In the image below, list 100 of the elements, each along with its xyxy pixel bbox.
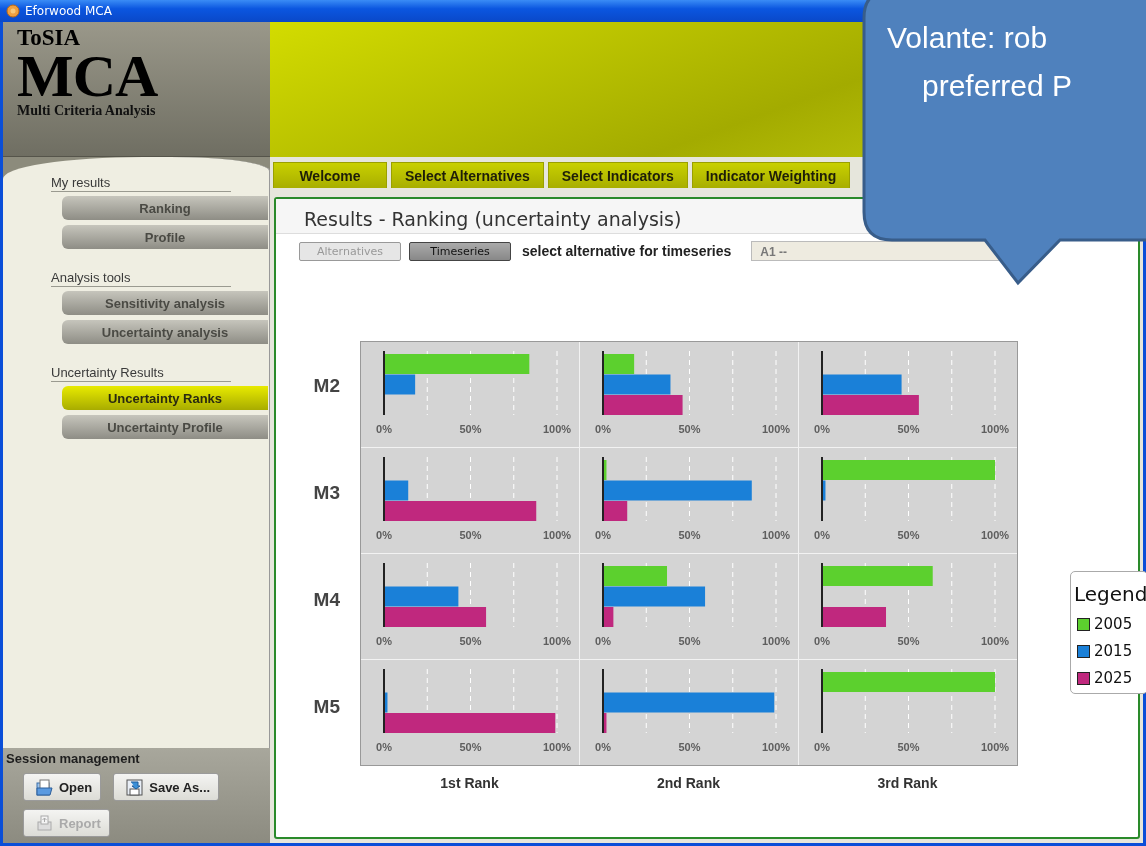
- axis-line: [821, 562, 823, 628]
- tick-label: 0%: [595, 635, 611, 647]
- tick-label: 100%: [980, 741, 1010, 753]
- tick-label: 50%: [678, 635, 701, 647]
- tick-label: 0%: [814, 529, 830, 541]
- tick-label: 100%: [542, 741, 572, 753]
- tick-label: 100%: [542, 423, 572, 435]
- tick-label: 0%: [595, 529, 611, 541]
- grid-line: [556, 668, 558, 734]
- legend-label: 2015: [1094, 642, 1133, 660]
- legend-label: 2005: [1094, 615, 1133, 633]
- grid-line: [994, 668, 996, 734]
- grid-line: [513, 562, 515, 628]
- logo-text: MCA: [17, 50, 159, 102]
- axis-line: [602, 562, 604, 628]
- sidebar-item[interactable]: Profile: [62, 225, 268, 249]
- tick-label: 50%: [459, 529, 482, 541]
- axis-line: [602, 456, 604, 522]
- axis-line: [383, 456, 385, 522]
- tick-label: 0%: [376, 635, 392, 647]
- tick-label: 50%: [897, 741, 920, 753]
- grid-line: [689, 456, 690, 522]
- logo-subtitle: Multi Criteria Analysis: [17, 102, 157, 120]
- toggle-button[interactable]: Timeseries: [409, 241, 511, 261]
- tick-label: 0%: [814, 635, 830, 647]
- axis-line: [821, 350, 823, 416]
- grid-line: [732, 456, 734, 522]
- legend-label: 2025: [1094, 669, 1133, 687]
- grid-line: [645, 668, 647, 734]
- section-heading: Uncertainty Results: [51, 365, 231, 382]
- grid-line: [994, 456, 996, 522]
- tick-label: 100%: [761, 741, 791, 753]
- axis-line: [383, 668, 385, 734]
- tick-label: 50%: [678, 529, 701, 541]
- grid-line: [951, 350, 953, 416]
- field-label: select alternative for timeseries: [522, 243, 732, 259]
- axis-line: [821, 668, 823, 734]
- tick-label: 100%: [542, 529, 572, 541]
- section-heading: My results: [51, 175, 231, 192]
- tick-label: 0%: [376, 741, 392, 753]
- sidebar-item[interactable]: Uncertainty Profile: [62, 415, 268, 439]
- axis-line: [383, 562, 385, 628]
- open-button[interactable]: Open: [23, 773, 102, 801]
- grid-line: [645, 456, 647, 522]
- column-label: 1st Rank: [440, 775, 499, 791]
- tick-label: 100%: [761, 635, 791, 647]
- row-label: M5: [313, 695, 340, 718]
- tab[interactable]: Select Alternatives: [391, 162, 544, 188]
- legend-title: Legend: [1074, 582, 1146, 606]
- tick-label: 50%: [459, 423, 482, 435]
- row-label: M4: [313, 588, 340, 611]
- row-label: M2: [313, 374, 340, 397]
- grid-line: [775, 668, 777, 734]
- sidebar-item[interactable]: Ranking: [62, 196, 268, 220]
- tab[interactable]: Select Indicators: [547, 162, 688, 188]
- grid-line: [732, 350, 734, 416]
- grid-line: [732, 668, 734, 734]
- tick-label: 100%: [542, 635, 572, 647]
- grid-line: [689, 562, 690, 628]
- tick-label: 50%: [678, 741, 701, 753]
- axis-line: [602, 350, 604, 416]
- tick-label: 100%: [761, 529, 791, 541]
- sidebar-item[interactable]: Uncertainty analysis: [62, 320, 268, 344]
- tick-label: 50%: [678, 423, 701, 435]
- tick-label: 100%: [761, 423, 791, 435]
- app-icon: [6, 4, 20, 18]
- axis-line: [821, 456, 823, 522]
- window-title: Eforwood MCA: [25, 4, 112, 18]
- axis-line: [383, 350, 385, 416]
- tick-label: 50%: [897, 529, 920, 541]
- logo-text: ToSIA: [17, 26, 82, 50]
- tab[interactable]: Indicator Weighting: [691, 162, 851, 188]
- grid-line: [951, 562, 953, 628]
- callout-text: preferred P: [922, 68, 1073, 104]
- tick-label: 0%: [376, 423, 392, 435]
- grid-line: [689, 668, 690, 734]
- folder-icon: [36, 778, 53, 796]
- tick-label: 0%: [595, 423, 611, 435]
- tick-label: 50%: [459, 741, 482, 753]
- section-heading: Session management: [6, 751, 141, 766]
- sidebar-item[interactable]: Uncertainty Ranks: [62, 386, 268, 410]
- save-icon: [126, 778, 144, 796]
- column-label: 3rd Rank: [877, 775, 938, 791]
- tick-label: 100%: [980, 423, 1010, 435]
- grid-line: [732, 562, 734, 628]
- tick-label: 0%: [814, 423, 830, 435]
- row-label: M3: [313, 481, 340, 504]
- tick-label: 100%: [980, 529, 1010, 541]
- tab[interactable]: Welcome: [273, 162, 387, 188]
- tick-label: 50%: [897, 635, 920, 647]
- tick-label: 0%: [814, 741, 830, 753]
- sidebar-item[interactable]: Sensitivity analysis: [62, 291, 268, 315]
- tick-label: 50%: [897, 423, 920, 435]
- tick-label: 0%: [376, 529, 392, 541]
- save-as-button[interactable]: Save As...: [113, 773, 220, 801]
- axis-line: [602, 668, 604, 734]
- tick-label: 100%: [980, 635, 1010, 647]
- callout-text: Volante: rob: [887, 20, 1049, 56]
- column-label: 2nd Rank: [657, 775, 720, 791]
- grid-line: [689, 350, 690, 416]
